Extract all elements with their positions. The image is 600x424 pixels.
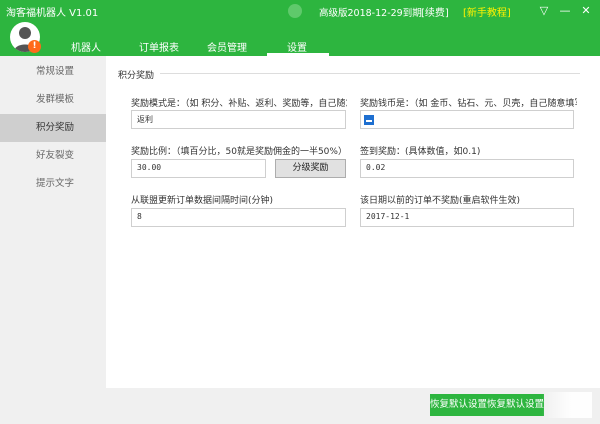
tab-order-report[interactable]: 订单报表: [139, 39, 179, 54]
no-reward-date-label: 该日期以前的订单不奖励(重启软件生效): [360, 196, 521, 206]
watermark: [542, 392, 592, 418]
reward-currency-input[interactable]: [360, 110, 574, 129]
sidebar-item-group-template[interactable]: 发群模板: [0, 86, 106, 114]
reward-ratio-label: 奖励比例：（填百分比，50就是奖励佣金的一半50%）: [131, 147, 347, 157]
close-button[interactable]: ✕: [578, 3, 594, 19]
tab-member-management[interactable]: 会员管理: [207, 39, 247, 54]
restore-defaults-button[interactable]: 恢复默认设置恢复默认设置: [430, 394, 544, 416]
section-title: 积分奖励: [118, 71, 155, 81]
sync-interval-input[interactable]: 8: [131, 208, 346, 227]
sidebar-item-points-reward[interactable]: 积分奖励: [0, 114, 106, 142]
signin-reward-input[interactable]: 0.02: [360, 159, 574, 178]
reward-mode-input[interactable]: 返利: [131, 110, 346, 129]
license-status: 高级版2018-12-29到期: [319, 8, 422, 19]
tab-settings[interactable]: 设置: [287, 39, 307, 54]
input-method-icon: [364, 115, 374, 125]
sync-interval-label: 从联盟更新订单数据间隔时间(分钟): [131, 196, 274, 206]
signin-reward-label: 签到奖励：(具体数值，如0.1): [360, 147, 481, 157]
minimize-button[interactable]: —: [557, 3, 573, 19]
skin-icon[interactable]: [288, 4, 302, 18]
reward-mode-label: 奖励模式是：（如 积分、补贴、返利、奖励等，自己随意: [131, 99, 347, 109]
tutorial-link[interactable]: [新手教程]: [463, 4, 511, 19]
sidebar-item-general[interactable]: 常规设置: [0, 58, 106, 86]
sidebar-item-prompt-text[interactable]: 提示文字: [0, 170, 106, 198]
section-divider: [160, 73, 580, 74]
reward-currency-label: 奖励钱币是：（如 金币、钻石、元、贝壳，自己随意填写: [360, 99, 577, 109]
grade-reward-button[interactable]: 分级奖励: [275, 159, 346, 178]
dropdown-icon[interactable]: ▽: [536, 3, 552, 19]
tab-robot[interactable]: 机器人: [71, 39, 101, 54]
renew-link[interactable]: [续费]: [421, 4, 449, 19]
no-reward-date-input[interactable]: 2017-12-1: [360, 208, 574, 227]
alert-badge: !: [28, 40, 41, 53]
sidebar: 常规设置 发群模板 积分奖励 好友裂变 提示文字: [0, 56, 106, 424]
sidebar-item-friend-referral[interactable]: 好友裂变: [0, 142, 106, 170]
app-title: 淘客福机器人 V1.01: [6, 8, 99, 19]
reward-ratio-input[interactable]: 30.00: [131, 159, 266, 178]
